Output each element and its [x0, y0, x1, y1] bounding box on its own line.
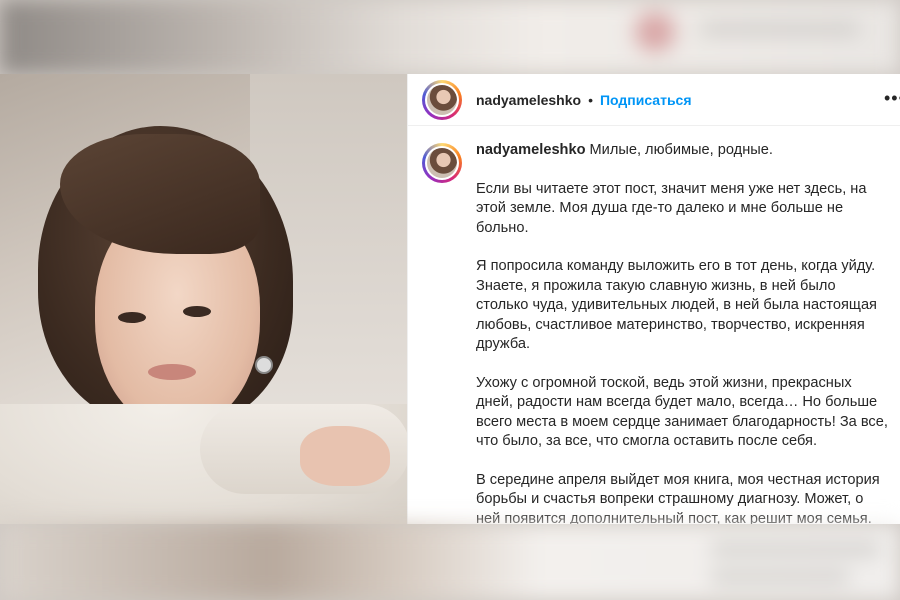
blurred-avatar [635, 12, 675, 52]
avatar-image [427, 148, 457, 178]
username-link[interactable]: nadyameleshko [476, 92, 581, 108]
blurred-text-line [710, 572, 850, 582]
blurred-backdrop-top [0, 0, 900, 74]
caption-paragraph: Если вы читаете этот пост, значит меня у… [476, 180, 867, 236]
separator-dot: • [588, 91, 593, 108]
earring [255, 356, 273, 374]
post-side-panel: nadyameleshko • Подписаться ••• nadyamel… [407, 74, 900, 524]
caption-username-link[interactable]: nadyameleshko [476, 142, 586, 158]
instagram-post: nadyameleshko • Подписаться ••• nadyamel… [0, 74, 900, 524]
blurred-text-line [700, 24, 860, 34]
avatar-image [427, 84, 457, 115]
blurred-backdrop-bottom [0, 524, 900, 600]
blurred-text-line [710, 544, 880, 554]
post-header: nadyameleshko • Подписаться ••• [408, 74, 900, 126]
caption-paragraph: В середине апреля выйдет моя книга, моя … [476, 471, 880, 524]
follow-button[interactable]: Подписаться [600, 92, 692, 108]
post-photo [0, 74, 407, 524]
caption-text: nadyameleshko Милые, любимые, родные. Есл… [476, 141, 890, 524]
caption-first-line: Милые, любимые, родные. [589, 142, 773, 158]
caption-avatar[interactable] [422, 143, 462, 183]
avatar[interactable] [422, 79, 462, 120]
caption-paragraph: Я попросила команду выложить его в тот д… [476, 258, 877, 353]
ellipsis-icon[interactable]: ••• [884, 88, 900, 109]
caption-paragraph: Ухожу с огромной тоской, ведь этой жизни… [476, 374, 888, 450]
post-caption: nadyameleshko Милые, любимые, родные. Есл… [422, 141, 890, 524]
